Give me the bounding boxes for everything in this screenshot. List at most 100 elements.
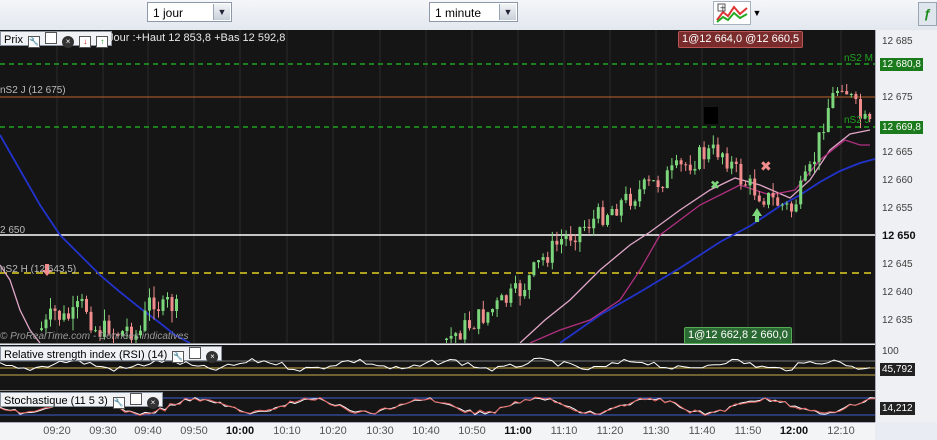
candle xyxy=(826,107,830,133)
level-label-j: nS2 J (12 675) xyxy=(0,85,66,96)
candle xyxy=(739,163,743,185)
candle xyxy=(491,309,494,313)
candle xyxy=(89,311,93,331)
chevron-down-icon[interactable]: ▼ xyxy=(213,4,230,20)
candle xyxy=(785,203,789,205)
chart-type-button[interactable]: + xyxy=(713,1,751,25)
candle xyxy=(845,91,849,95)
time-label: 11:30 xyxy=(642,425,670,437)
left-label-12650: 2 650 xyxy=(0,225,26,236)
time-label: 10:40 xyxy=(412,425,440,437)
arrow-up-icon[interactable]: ↑ xyxy=(96,36,109,48)
candle xyxy=(449,335,453,339)
time-label: 10:00 xyxy=(225,425,255,437)
wrench-icon[interactable]: 🔧 xyxy=(172,351,185,363)
function-icon[interactable]: ƒ xyxy=(918,2,937,26)
price-axis[interactable]: 12 685 12 680,8 12 675 12 669,8 12 665 1… xyxy=(875,30,937,422)
close-icon[interactable]: × xyxy=(62,36,75,48)
time-label: 11:40 xyxy=(688,425,716,437)
price-chart-panel[interactable]: ✖ ✖ Prix 🔧 × ↓ ↑ Jour :+Haut 12 853,8 +B… xyxy=(0,30,875,344)
candle xyxy=(679,160,683,165)
candle xyxy=(642,179,646,190)
candle xyxy=(813,161,816,165)
order-tag-bottom[interactable]: 1@12 662,8 2 660,0 xyxy=(684,327,792,344)
stochastic-value: 14,212 xyxy=(880,402,915,415)
candle xyxy=(161,299,165,311)
wrench-icon[interactable]: 🔧 xyxy=(112,397,125,409)
candle xyxy=(445,338,448,340)
candle xyxy=(80,298,84,302)
svg-text:+: + xyxy=(720,4,727,13)
close-icon[interactable]: × xyxy=(206,351,219,363)
window-icon[interactable] xyxy=(45,32,58,44)
price-chart-canvas: ✖ ✖ xyxy=(0,30,875,343)
candle xyxy=(854,93,858,100)
arrow-down-icon[interactable]: ↓ xyxy=(79,36,92,48)
window-icon[interactable] xyxy=(189,347,202,359)
rsi-panel[interactable]: Relative strength index (RSI) (14) 🔧 × xyxy=(0,345,875,391)
candle xyxy=(454,333,458,336)
candle xyxy=(840,90,844,92)
candle xyxy=(583,226,586,228)
period-select[interactable]: 1 jour ▼ xyxy=(147,2,232,22)
candle xyxy=(569,235,573,241)
close-icon[interactable]: × xyxy=(146,397,159,409)
interval-select[interactable]: 1 minute ▼ xyxy=(429,2,518,22)
candle xyxy=(711,144,715,149)
time-label: 10:50 xyxy=(458,425,486,437)
candle xyxy=(670,165,674,171)
candle xyxy=(780,204,784,206)
candle xyxy=(477,309,481,329)
candle xyxy=(817,132,821,162)
axis-tick: 12 655 xyxy=(882,203,913,214)
axis-tick: 12 675 xyxy=(882,92,913,103)
wrench-icon[interactable]: 🔧 xyxy=(28,36,41,48)
candle xyxy=(748,178,752,186)
axis-value-top: 12 680,8 xyxy=(880,58,923,71)
time-label: 11:20 xyxy=(596,425,624,437)
candle xyxy=(44,319,48,329)
candle xyxy=(49,308,52,320)
candle xyxy=(762,201,766,205)
time-label: 10:20 xyxy=(319,425,347,437)
candle xyxy=(730,161,734,169)
candle xyxy=(495,300,499,310)
candle xyxy=(776,197,780,206)
chevron-down-icon[interactable]: ▼ xyxy=(751,1,763,25)
candle xyxy=(175,298,178,312)
candle xyxy=(702,147,706,160)
axis-value-mid: 12 669,8 xyxy=(880,121,923,134)
rsi-axis-top: 100 xyxy=(882,346,899,357)
candle xyxy=(794,204,798,212)
axis-tick: 12 635 xyxy=(882,315,913,326)
day-high-low-info: Jour :+Haut 12 853,8 +Bas 12 592,8 xyxy=(108,32,286,44)
svg-text:✖: ✖ xyxy=(710,178,720,192)
time-axis[interactable]: 09:20 09:30 09:40 09:50 10:00 10:10 10:2… xyxy=(0,422,875,440)
candle xyxy=(550,240,554,263)
candle xyxy=(693,168,697,171)
candle xyxy=(753,178,757,196)
candle xyxy=(633,201,637,206)
candle xyxy=(767,192,770,205)
stochastic-panel[interactable]: Stochastique (11 5 3) 🔧 × xyxy=(0,391,875,422)
candle xyxy=(523,289,527,297)
candle xyxy=(472,328,476,330)
candle xyxy=(504,295,508,303)
candle xyxy=(500,295,504,301)
candle xyxy=(808,164,812,172)
axis-tick: 12 640 xyxy=(882,287,913,298)
candle xyxy=(76,301,79,308)
label-ns2-top: nS2 M xyxy=(844,53,873,64)
candle xyxy=(53,308,57,311)
candle xyxy=(606,215,609,225)
chevron-down-icon[interactable]: ▼ xyxy=(499,4,516,20)
window-icon[interactable] xyxy=(129,393,142,405)
order-tag-top[interactable]: 1@12 664,0 @12 660,5 xyxy=(678,31,804,48)
candle xyxy=(624,193,628,201)
rsi-panel-title-text: Relative strength index (RSI) (14) xyxy=(4,349,168,361)
label-ns2-mid: nS2 J xyxy=(844,115,870,126)
candle xyxy=(610,208,614,216)
candle xyxy=(486,312,490,323)
candle xyxy=(40,328,43,330)
candle xyxy=(170,297,174,312)
